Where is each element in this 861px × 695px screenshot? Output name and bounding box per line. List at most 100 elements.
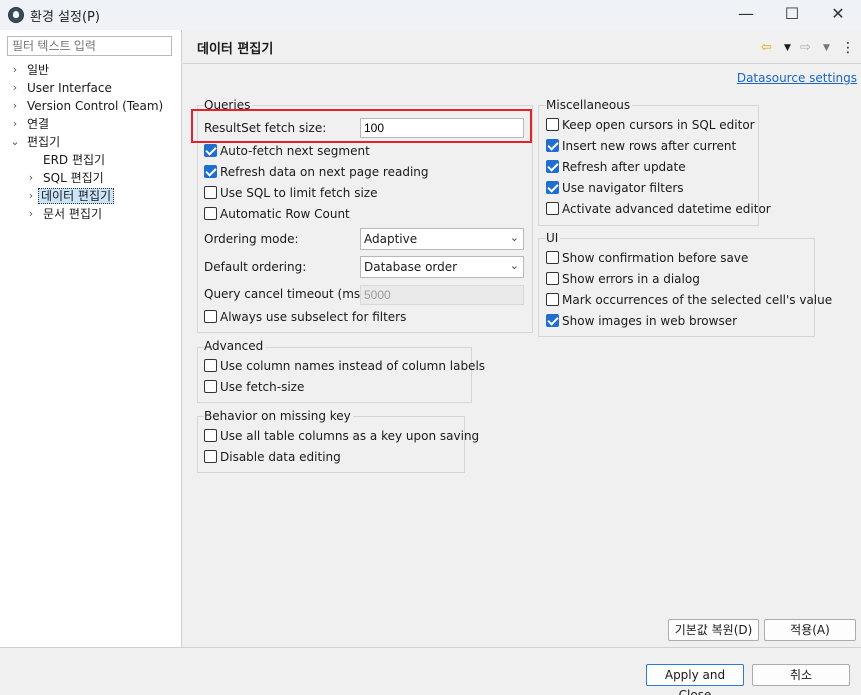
checkbox-box[interactable] [546,181,559,194]
keep-open-cursors-checkbox[interactable]: Keep open cursors in SQL editor [546,118,755,133]
filter-input[interactable] [7,36,172,56]
checkbox-label: Refresh data on next page reading [220,165,429,179]
checkbox-box[interactable] [204,207,217,220]
datasource-settings-link[interactable]: Datasource settings [737,71,857,85]
tree-item-user-interface[interactable]: › User Interface [10,80,112,96]
tree-item-general[interactable]: › 일반 [10,62,49,78]
checkbox-box[interactable] [546,118,559,131]
checkbox-label: Show confirmation before save [562,251,749,265]
disable-data-editing-checkbox[interactable]: Disable data editing [204,450,341,465]
default-ordering-select[interactable]: Database order ⌄ [360,256,524,278]
tree-item-sql-editor[interactable]: › SQL 편집기 [26,170,104,186]
checkbox-label: Refresh after update [562,160,686,174]
tree-item-label: 문서 편집기 [43,207,103,221]
images-web-browser-checkbox[interactable]: Show images in web browser [546,314,737,329]
forward-dropdown-icon[interactable]: ▼ [823,43,830,53]
navigator-filters-checkbox[interactable]: Use navigator filters [546,181,684,196]
default-ordering-value: Database order [364,260,458,274]
checkbox-box[interactable] [204,165,217,178]
checkbox-label: Show images in web browser [562,314,738,328]
checkbox-box[interactable] [204,310,217,323]
advanced-group-title: Advanced [204,339,266,353]
back-arrow-icon[interactable]: ⇦ [761,40,772,55]
ui-group-title: UI [546,231,561,245]
checkbox-box[interactable] [546,272,559,285]
title-bar: 환경 설정(P) — ☐ ✕ [0,0,861,30]
chevron-right-icon[interactable]: › [26,170,36,186]
chevron-right-icon[interactable]: › [10,80,20,96]
automatic-row-count-checkbox[interactable]: Automatic Row Count [204,207,350,222]
column-names-checkbox[interactable]: Use column names instead of column label… [204,359,485,374]
all-columns-key-checkbox[interactable]: Use all table columns as a key upon savi… [204,429,479,444]
tree-item-label: ERD 편집기 [43,153,106,167]
checkbox-box[interactable] [204,144,217,157]
forward-arrow-icon[interactable]: ⇨ [800,40,811,55]
checkbox-box[interactable] [204,429,217,442]
checkbox-box[interactable] [204,186,217,199]
tree-item-label: 편집기 [27,135,61,149]
chevron-down-icon: ⌄ [509,259,519,272]
checkbox-box[interactable] [546,139,559,152]
preference-page: 데이터 편집기 ⇦ ▼ ⇨ ▼ ⋮ Datasource settings Qu… [183,30,861,647]
tree-item-label: SQL 편집기 [43,171,104,185]
insert-rows-after-checkbox[interactable]: Insert new rows after current [546,139,736,154]
checkbox-label: Automatic Row Count [220,207,350,221]
apply-and-close-button[interactable]: Apply and Close [646,664,744,695]
checkbox-box[interactable] [546,293,559,306]
tree-item-label: 일반 [27,63,50,77]
checkbox-label: Activate advanced datetime editor [562,202,771,216]
tree-item-label: 데이터 편집기 [38,188,115,204]
checkbox-box[interactable] [204,359,217,372]
page-title: 데이터 편집기 [197,42,274,57]
missing-key-group-title: Behavior on missing key [204,409,353,423]
more-options-icon[interactable]: ⋮ [841,40,855,56]
checkbox-box[interactable] [546,160,559,173]
auto-fetch-checkbox[interactable]: Auto-fetch next segment [204,144,370,159]
tree-item-document-editor[interactable]: › 문서 편집기 [26,206,102,222]
tree-item-editors[interactable]: ⌄ 편집기 [10,134,60,150]
maximize-button[interactable]: ☐ [769,0,815,30]
tree-item-connections[interactable]: › 연결 [10,116,49,132]
chevron-right-icon[interactable]: › [26,188,36,204]
restore-defaults-button[interactable]: 기본값 복원(D) [668,619,759,641]
errors-dialog-checkbox[interactable]: Show errors in a dialog [546,272,700,287]
checkbox-box[interactable] [546,251,559,264]
checkbox-label: Insert new rows after current [562,139,737,153]
datetime-editor-checkbox[interactable]: Activate advanced datetime editor [546,202,771,217]
apply-button[interactable]: 적용(A) [764,619,856,641]
tree-item-erd-editor[interactable]: ERD 편집기 [43,152,105,168]
checkbox-label: Use column names instead of column label… [220,359,486,373]
refresh-next-page-checkbox[interactable]: Refresh data on next page reading [204,165,429,180]
checkbox-box[interactable] [546,202,559,215]
chevron-down-icon: ⌄ [509,231,519,244]
header-separator [183,63,861,64]
confirm-before-save-checkbox[interactable]: Show confirmation before save [546,251,748,266]
tree-item-version-control[interactable]: › Version Control (Team) [10,98,163,114]
chevron-right-icon[interactable]: › [10,98,20,114]
chevron-down-icon[interactable]: ⌄ [10,134,20,150]
cancel-button[interactable]: 취소 [752,664,850,686]
checkbox-box[interactable] [204,380,217,393]
checkbox-box[interactable] [204,450,217,463]
checkbox-box[interactable] [546,314,559,327]
chevron-right-icon[interactable]: › [10,116,20,132]
preferences-tree-pane: › 일반 › User Interface › Version Control … [0,30,182,647]
refresh-after-update-checkbox[interactable]: Refresh after update [546,160,686,175]
checkbox-label: Keep open cursors in SQL editor [562,118,755,132]
chevron-right-icon[interactable]: › [10,62,20,78]
back-dropdown-icon[interactable]: ▼ [784,43,791,53]
ordering-mode-select[interactable]: Adaptive ⌄ [360,228,524,250]
tree-item-data-editor[interactable]: › 데이터 편집기 [26,188,115,204]
use-sql-limit-checkbox[interactable]: Use SQL to limit fetch size [204,186,377,201]
chevron-right-icon[interactable]: › [26,206,36,222]
cancel-timeout-label: Query cancel timeout (ms): [204,287,369,301]
mark-occurrences-checkbox[interactable]: Mark occurrences of the selected cell's … [546,293,832,308]
dialog-button-bar: Apply and Close 취소 [0,647,861,695]
close-button[interactable]: ✕ [815,0,861,30]
tree-item-label: User Interface [27,81,112,95]
miscellaneous-group-title: Miscellaneous [546,98,633,112]
use-fetch-size-checkbox[interactable]: Use fetch-size [204,380,304,395]
subselect-filters-checkbox[interactable]: Always use subselect for filters [204,310,406,325]
minimize-button[interactable]: — [723,0,769,30]
ordering-mode-value: Adaptive [364,232,418,246]
